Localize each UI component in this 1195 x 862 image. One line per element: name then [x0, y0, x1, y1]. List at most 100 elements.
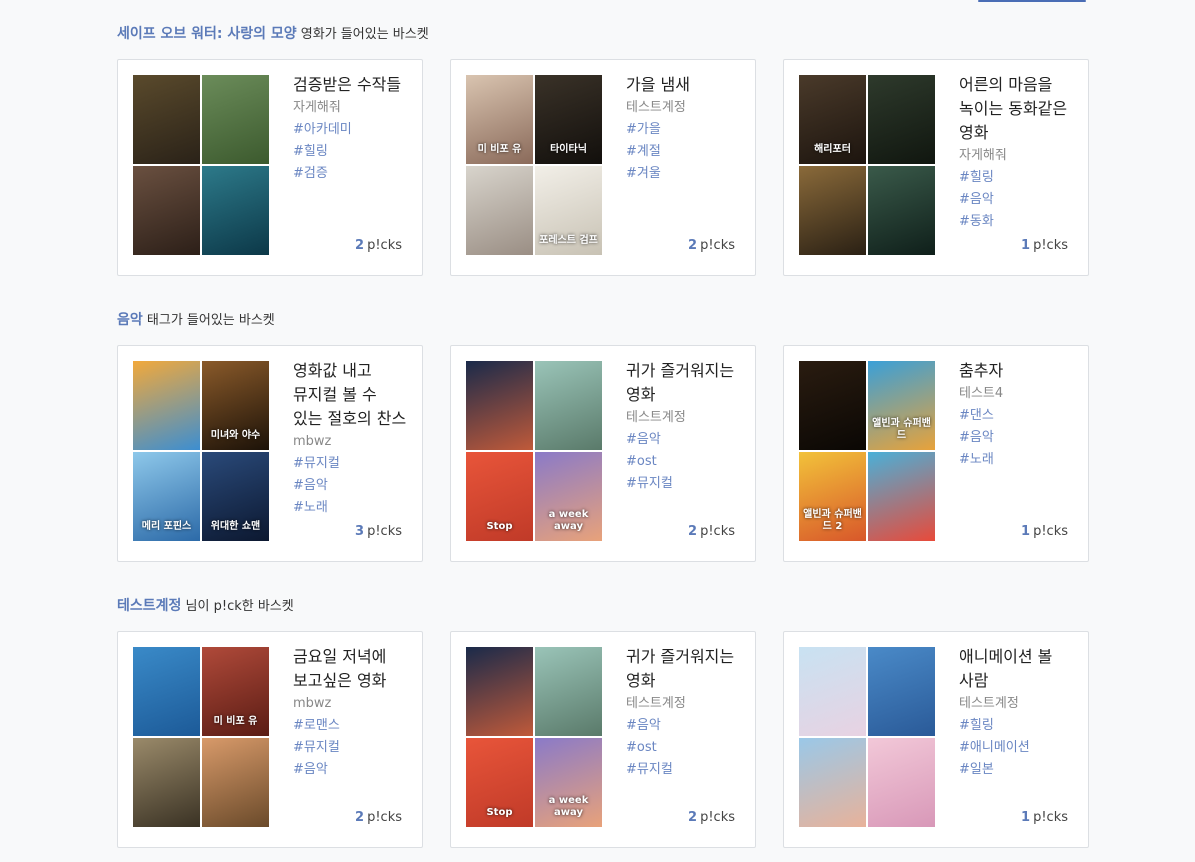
movie-poster[interactable]: 포레스트 검프	[535, 166, 602, 255]
basket-title[interactable]: 애니메이션 볼 사람	[959, 645, 1077, 693]
poster-collage[interactable]: 앨빈과 슈퍼밴드 앨빈과 슈퍼밴드 2	[799, 361, 935, 541]
tag-link[interactable]: #겨울	[626, 163, 744, 185]
section-heading-highlight[interactable]: 테스트계정	[117, 598, 181, 614]
movie-poster[interactable]	[133, 738, 200, 827]
movie-poster[interactable]	[202, 166, 269, 255]
tag-link[interactable]: #뮤지컬	[626, 759, 744, 781]
movie-poster[interactable]: 해리포터	[799, 75, 866, 164]
basket-card[interactable]: 검증받은 수작들 자게해줘 #아카데미 #힐링 #검증 2 p!cks	[117, 59, 423, 276]
movie-poster[interactable]: 미 비포 유	[202, 647, 269, 736]
movie-poster[interactable]	[799, 361, 866, 450]
poster-collage[interactable]: 미 비포 유	[133, 647, 269, 827]
tag-link[interactable]: #노래	[959, 449, 1077, 471]
movie-poster[interactable]	[466, 166, 533, 255]
movie-poster[interactable]	[868, 738, 935, 827]
basket-title[interactable]: 귀가 즐거워지는 영화	[626, 359, 744, 407]
movie-poster[interactable]	[799, 738, 866, 827]
movie-poster[interactable]: 앨빈과 슈퍼밴드	[868, 361, 935, 450]
tag-link[interactable]: #동화	[959, 211, 1077, 233]
basket-title[interactable]: 금요일 저녁에 보고싶은 영화	[293, 645, 411, 693]
movie-poster[interactable]	[133, 647, 200, 736]
movie-poster[interactable]: a week away	[535, 452, 602, 541]
movie-poster[interactable]	[868, 75, 935, 164]
movie-poster[interactable]	[799, 647, 866, 736]
poster-collage[interactable]	[799, 647, 935, 827]
poster-collage[interactable]: 미녀와 야수 메리 포핀스 위대한 쇼맨	[133, 361, 269, 541]
basket-title[interactable]: 춤추자	[959, 359, 1077, 383]
tag-link[interactable]: #일본	[959, 759, 1077, 781]
basket-card[interactable]: 애니메이션 볼 사람 테스트계정 #힐링 #애니메이션 #일본 1 p!cks	[783, 631, 1089, 848]
basket-title[interactable]: 귀가 즐거워지는 영화	[626, 645, 744, 693]
movie-poster[interactable]	[868, 166, 935, 255]
basket-author[interactable]: 테스트계정	[626, 97, 744, 119]
movie-poster[interactable]	[466, 647, 533, 736]
tag-link[interactable]: #애니메이션	[959, 737, 1077, 759]
movie-poster[interactable]	[799, 166, 866, 255]
basket-title[interactable]: 가을 냄새	[626, 73, 744, 97]
tag-link[interactable]: #뮤지컬	[293, 453, 411, 475]
movie-poster[interactable]	[868, 452, 935, 541]
tag-link[interactable]: #힐링	[959, 167, 1077, 189]
tag-link[interactable]: #아카데미	[293, 119, 411, 141]
tag-link[interactable]: #계절	[626, 141, 744, 163]
basket-title[interactable]: 검증받은 수작들	[293, 73, 411, 97]
poster-collage[interactable]: Stop a week away	[466, 361, 602, 541]
tag-link[interactable]: #음악	[293, 475, 411, 497]
movie-poster[interactable]	[133, 75, 200, 164]
movie-poster[interactable]	[133, 166, 200, 255]
movie-poster[interactable]: 미 비포 유	[466, 75, 533, 164]
movie-poster[interactable]: 메리 포핀스	[133, 452, 200, 541]
movie-poster[interactable]: 앨빈과 슈퍼밴드 2	[799, 452, 866, 541]
tag-link[interactable]: #음악	[959, 189, 1077, 211]
basket-card[interactable]: 미녀와 야수 메리 포핀스 위대한 쇼맨 영화값 내고 뮤지컬 볼 수 있는 절호의 …	[117, 345, 423, 562]
poster-collage[interactable]: Stop a week away	[466, 647, 602, 827]
basket-author[interactable]: 테스트계정	[959, 693, 1077, 715]
tag-link[interactable]: #노래	[293, 497, 411, 519]
poster-collage[interactable]	[133, 75, 269, 255]
basket-author[interactable]: 자게해줘	[959, 145, 1077, 167]
basket-author[interactable]: 자게해줘	[293, 97, 411, 119]
tag-link[interactable]: #가을	[626, 119, 744, 141]
basket-card[interactable]: 앨빈과 슈퍼밴드 앨빈과 슈퍼밴드 2 춤추자 테스트4 #댄스 #음악 #노래 1 p!cks	[783, 345, 1089, 562]
basket-author[interactable]: 테스트4	[959, 383, 1077, 405]
tag-link[interactable]: #음악	[959, 427, 1077, 449]
basket-card[interactable]: 미 비포 유 타이타닉 포레스트 검프 가을 냄새 테스트계정 #가을 #계절 #겨울 2 p!c…	[450, 59, 756, 276]
movie-poster[interactable]: 타이타닉	[535, 75, 602, 164]
tag-link[interactable]: #뮤지컬	[626, 473, 744, 495]
tag-link[interactable]: #로맨스	[293, 715, 411, 737]
basket-author[interactable]: mbwz	[293, 693, 411, 715]
basket-author[interactable]: 테스트계정	[626, 693, 744, 715]
movie-poster[interactable]	[535, 647, 602, 736]
movie-poster[interactable]	[202, 75, 269, 164]
movie-poster[interactable]	[466, 361, 533, 450]
basket-card[interactable]: 해리포터 어른의 마음을 녹이는 동화같은 영화 자게해줘 #힐링 #음악 #동화 1 p!c…	[783, 59, 1089, 276]
movie-poster[interactable]: Stop	[466, 738, 533, 827]
basket-title[interactable]: 영화값 내고 뮤지컬 볼 수 있는 절호의 찬스	[293, 359, 411, 431]
tag-link[interactable]: #음악	[626, 715, 744, 737]
poster-collage[interactable]: 미 비포 유 타이타닉 포레스트 검프	[466, 75, 602, 255]
tag-link[interactable]: #ost	[626, 451, 744, 473]
movie-poster[interactable]: 미녀와 야수	[202, 361, 269, 450]
tag-link[interactable]: #음악	[293, 759, 411, 781]
basket-card[interactable]: Stop a week away 귀가 즐거워지는 영화 테스트계정 #음악 #ost #뮤…	[450, 345, 756, 562]
section-heading-highlight[interactable]: 음악	[117, 312, 143, 328]
tag-link[interactable]: #댄스	[959, 405, 1077, 427]
movie-poster[interactable]	[133, 361, 200, 450]
tag-link[interactable]: #검증	[293, 163, 411, 185]
tag-link[interactable]: #음악	[626, 429, 744, 451]
section-heading-highlight[interactable]: 세이프 오브 워터: 사랑의 모양	[117, 26, 297, 42]
basket-card[interactable]: Stop a week away 귀가 즐거워지는 영화 테스트계정 #음악 #ost #뮤…	[450, 631, 756, 848]
movie-poster[interactable]	[202, 738, 269, 827]
movie-poster[interactable]: a week away	[535, 738, 602, 827]
basket-card[interactable]: 미 비포 유 금요일 저녁에 보고싶은 영화 mbwz #로맨스 #뮤지컬 #음악 2 p!c…	[117, 631, 423, 848]
basket-author[interactable]: 테스트계정	[626, 407, 744, 429]
basket-author[interactable]: mbwz	[293, 431, 411, 453]
tag-link[interactable]: #힐링	[293, 141, 411, 163]
basket-title[interactable]: 어른의 마음을 녹이는 동화같은 영화	[959, 73, 1077, 145]
poster-collage[interactable]: 해리포터	[799, 75, 935, 255]
tag-link[interactable]: #ost	[626, 737, 744, 759]
movie-poster[interactable]: Stop	[466, 452, 533, 541]
movie-poster[interactable]: 위대한 쇼맨	[202, 452, 269, 541]
movie-poster[interactable]	[535, 361, 602, 450]
tag-link[interactable]: #뮤지컬	[293, 737, 411, 759]
